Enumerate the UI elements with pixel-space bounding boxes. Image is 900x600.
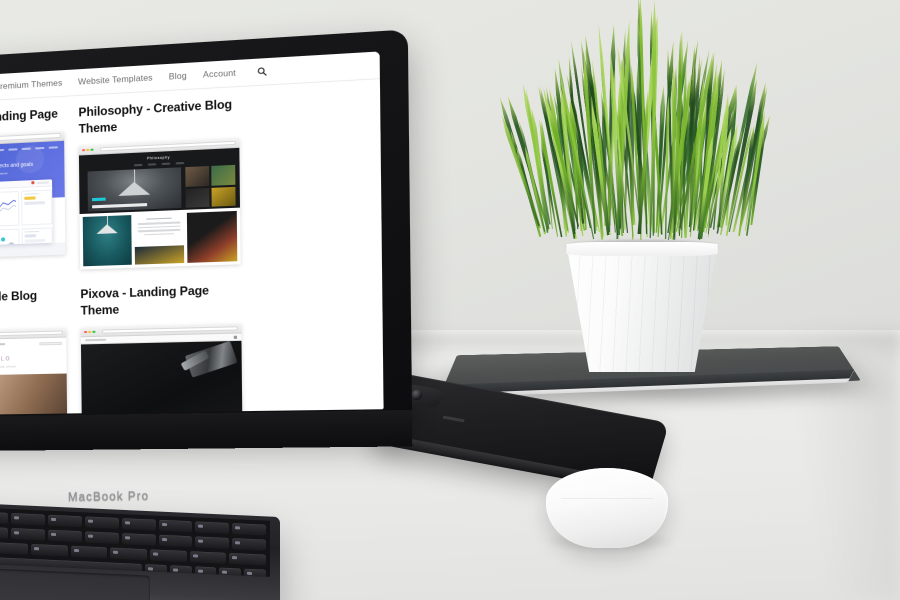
theme-card-unapp[interactable]: Unapp - App Landing Page unapp xyxy=(0,107,66,275)
laptop-bottom-bezel xyxy=(0,410,412,452)
theme-card-activello[interactable]: Activello - Simple Blog Theme xyxy=(0,288,67,416)
keyboard-key[interactable] xyxy=(85,516,119,529)
laptop-lid: Support Free Themes Premium Themes Websi… xyxy=(0,29,412,437)
philosophy-post-photo xyxy=(187,211,237,263)
theme-thumbnail-activello[interactable]: ACTIVELLO travel, adventure, style, food… xyxy=(0,328,67,416)
theme-thumbnail-pixova[interactable] xyxy=(81,324,243,416)
theme-title-philosophy: Philosophy - Creative Blog Theme xyxy=(78,98,239,139)
theme-title-activello: Activello - Simple Blog Theme xyxy=(0,288,66,324)
activello-preview: ACTIVELLO travel, adventure, style, food… xyxy=(0,338,67,416)
nav-item-premium-themes[interactable]: Premium Themes xyxy=(0,78,62,91)
theme-thumbnail-unapp[interactable]: unapp Take on your biggest projects and … xyxy=(0,131,65,259)
theme-title-pixova: Pixova - Landing Page Theme xyxy=(80,283,241,320)
website-viewport: Support Free Themes Premium Themes Websi… xyxy=(0,51,384,416)
mouse-seam xyxy=(561,498,654,499)
keyboard-key[interactable] xyxy=(110,548,147,561)
keyboard-key[interactable] xyxy=(85,531,119,544)
unapp-nav-links xyxy=(0,146,58,151)
phone-mute-switch xyxy=(442,416,464,423)
philosophy-post-text xyxy=(134,213,184,265)
keyboard-key[interactable] xyxy=(11,528,45,541)
unapp-footer-strip xyxy=(0,242,65,260)
activello-nav xyxy=(0,342,66,349)
keyboard-key[interactable] xyxy=(232,538,266,551)
keyboard-key[interactable] xyxy=(190,551,227,564)
keyboard-key[interactable] xyxy=(244,569,266,577)
keyboard-key[interactable] xyxy=(195,521,229,534)
philosophy-post-grid xyxy=(80,208,241,270)
grass-plant xyxy=(520,2,770,264)
philosophy-post-lamp xyxy=(83,215,132,266)
nav-item-account[interactable]: Account xyxy=(203,68,236,79)
dashboard-cards xyxy=(0,186,53,247)
activello-logo: ACTIVELLO xyxy=(0,355,66,364)
theme-thumbnail-philosophy[interactable]: Philosophy xyxy=(79,138,241,269)
keyboard-key[interactable] xyxy=(71,546,108,559)
keyboard-key[interactable] xyxy=(48,530,82,543)
pixova-hero-image xyxy=(81,341,243,416)
activello-search-field xyxy=(39,342,62,346)
philosophy-side-posts xyxy=(185,165,235,208)
nav-item-website-templates[interactable]: Website Templates xyxy=(78,73,153,87)
keyboard-key[interactable] xyxy=(195,536,229,549)
keyboard-key[interactable] xyxy=(122,533,156,546)
keyboard-key[interactable] xyxy=(0,542,28,555)
keyboard-key[interactable] xyxy=(31,544,68,557)
keyboard-key[interactable] xyxy=(232,523,266,536)
theme-card-philosophy[interactable]: Philosophy - Creative Blog Theme Philoso… xyxy=(78,98,240,270)
philosophy-preview: Philosophy xyxy=(79,148,241,270)
laptop-screen[interactable]: Support Free Themes Premium Themes Websi… xyxy=(0,51,384,416)
philosophy-hero-caption xyxy=(92,203,147,209)
keyboard-key[interactable] xyxy=(150,549,187,562)
desk-scene: Support Free Themes Premium Themes Websi… xyxy=(0,0,900,600)
theme-grid: Unapp - App Landing Page unapp xyxy=(0,79,384,416)
unapp-hero-subtitle: with Unapp's high quality features xyxy=(0,169,64,179)
pixova-preview xyxy=(81,334,243,416)
keyboard-key[interactable] xyxy=(0,526,8,539)
keyboard-key[interactable] xyxy=(122,518,156,531)
laptop-model-label: MacBook Pro xyxy=(68,490,149,503)
pot-rim xyxy=(554,242,730,256)
keyboard-key[interactable] xyxy=(159,520,193,533)
nav-item-blog[interactable]: Blog xyxy=(169,71,187,81)
activello-tagline: travel, adventure, style, food, photos xyxy=(0,364,67,370)
keyboard-key[interactable] xyxy=(48,515,82,528)
keyboard-key[interactable] xyxy=(229,553,266,566)
keyboard-key[interactable] xyxy=(159,535,193,548)
unapp-topnav: unapp xyxy=(0,140,64,160)
dashboard-line-chart xyxy=(0,190,19,227)
philosophy-hero-tag xyxy=(92,198,106,202)
keyboard-key[interactable] xyxy=(0,511,8,524)
dashboard-badge-card xyxy=(21,189,52,225)
laptop: Support Free Themes Premium Themes Websi… xyxy=(0,62,400,562)
dashboard-body xyxy=(0,186,53,247)
lamp-shade xyxy=(118,181,150,196)
theme-card-pixova[interactable]: Pixova - Landing Page Theme xyxy=(80,283,242,416)
search-icon[interactable] xyxy=(257,67,267,77)
activello-hero-image xyxy=(0,374,67,416)
philosophy-hero-image xyxy=(88,167,182,211)
unapp-dashboard-mockup xyxy=(0,179,53,247)
theme-title-unapp: Unapp - App Landing Page xyxy=(0,107,64,131)
wireless-mouse[interactable] xyxy=(546,468,668,548)
keyboard-key[interactable] xyxy=(11,513,45,526)
